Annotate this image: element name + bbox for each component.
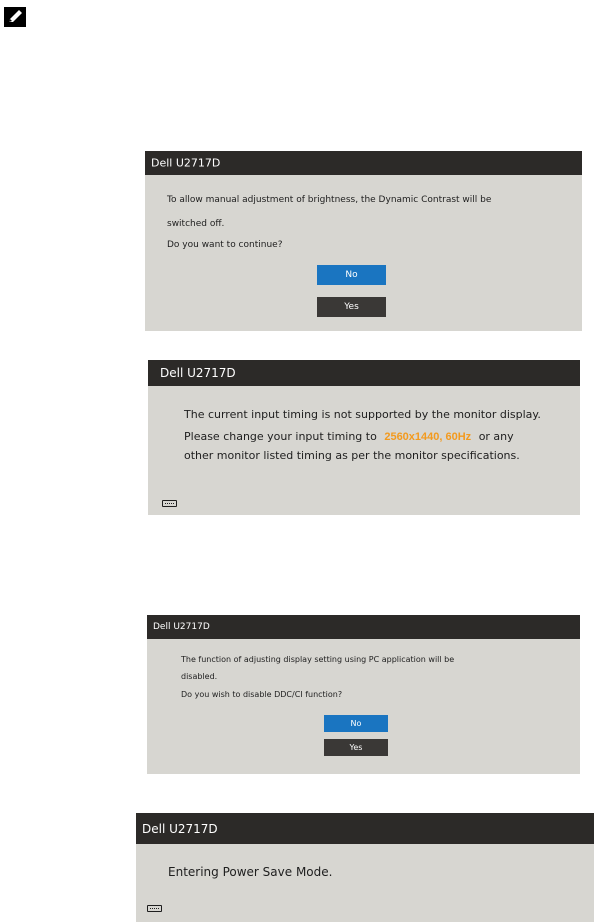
dialog-message-line1: The current input timing is not supporte… — [184, 408, 541, 421]
power-save-dialog: Dell U2717D Entering Power Save Mode. — [136, 813, 594, 922]
dialog-title: Dell U2717D — [160, 366, 236, 380]
dialog-titlebar: Dell U2717D — [148, 360, 580, 386]
dialog-message-line2: disabled. — [181, 672, 218, 681]
dialog-message-line3: other monitor listed timing as per the m… — [184, 449, 520, 462]
no-button[interactable]: No — [324, 715, 388, 732]
dialog-message-line2: Please change your input timing to 2560x… — [184, 430, 514, 443]
yes-button[interactable]: Yes — [324, 739, 388, 756]
dialog-question: Do you want to continue? — [167, 240, 283, 250]
message-prefix: Please change your input timing to — [184, 430, 377, 443]
dialog-titlebar: Dell U2717D — [147, 615, 580, 639]
display-port-icon — [162, 500, 177, 507]
recommended-timing: 2560x1440, 60Hz — [384, 431, 472, 443]
power-save-message: Entering Power Save Mode. — [168, 865, 333, 879]
dialog-title: Dell U2717D — [153, 622, 210, 632]
dynamic-contrast-dialog: Dell U2717D To allow manual adjustment o… — [145, 151, 582, 331]
yes-button[interactable]: Yes — [317, 297, 386, 317]
dialog-question: Do you wish to disable DDC/CI function? — [181, 690, 343, 699]
dialog-title: Dell U2717D — [142, 821, 218, 836]
dialog-message-line1: The function of adjusting display settin… — [181, 655, 455, 664]
pencil-note-icon — [4, 7, 26, 27]
dialog-message-line1: To allow manual adjustment of brightness… — [167, 195, 492, 205]
message-suffix: or any — [478, 430, 514, 443]
display-port-icon — [147, 905, 162, 912]
dialog-titlebar: Dell U2717D — [136, 813, 594, 844]
dialog-message-line2: switched off. — [167, 219, 225, 229]
dialog-title: Dell U2717D — [151, 156, 221, 170]
input-timing-dialog: Dell U2717D The current input timing is … — [148, 360, 580, 515]
dialog-titlebar: Dell U2717D — [145, 151, 582, 175]
ddc-ci-dialog: Dell U2717D The function of adjusting di… — [147, 615, 580, 774]
no-button[interactable]: No — [317, 265, 386, 285]
